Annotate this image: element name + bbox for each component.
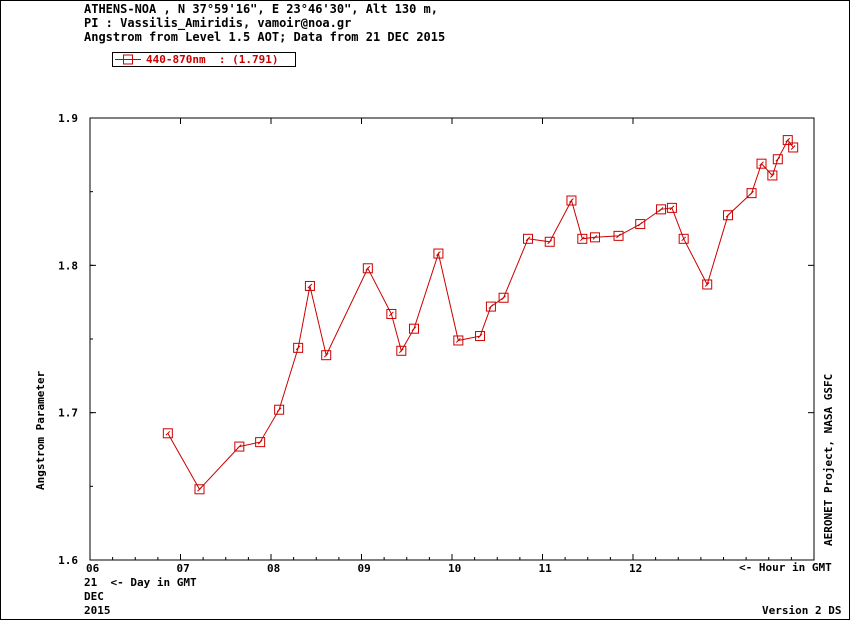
data-point	[304, 280, 315, 291]
x-tick-label: 07	[177, 562, 190, 575]
x-tick-labels: 06 07 08 09 10 11 12	[86, 562, 642, 575]
month-label: DEC	[84, 590, 104, 603]
x-tick-label: 08	[267, 562, 280, 575]
data-point	[274, 404, 285, 415]
data-markers	[162, 135, 799, 495]
angstrom-chart: 1.6 1.7 1.8 1.9 06 07 08 09 10 11 12	[58, 112, 815, 575]
x-tick-label: 09	[358, 562, 371, 575]
hour-axis-label: <- Hour in GMT	[739, 561, 832, 574]
data-point	[255, 437, 266, 448]
day-axis-label: 21 <- Day in GMT	[84, 576, 197, 589]
data-point	[386, 308, 397, 319]
year-label: 2015	[84, 604, 111, 617]
data-point	[678, 233, 689, 244]
data-point	[453, 335, 464, 346]
series-line	[167, 139, 794, 491]
x-tick-label: 11	[539, 562, 553, 575]
data-point	[362, 263, 373, 274]
data-point	[475, 331, 486, 342]
data-point	[293, 342, 304, 353]
data-point	[162, 428, 173, 439]
y-tick-label: 1.8	[58, 259, 78, 272]
data-point	[566, 195, 577, 206]
y-tick-labels: 1.6 1.7 1.8 1.9	[58, 112, 78, 567]
y-tick-label: 1.9	[58, 112, 78, 125]
y-tick-label: 1.7	[58, 407, 78, 420]
data-point	[396, 345, 407, 356]
x-tick-label: 06	[86, 562, 100, 575]
x-tick-label: 12	[629, 562, 642, 575]
data-point	[702, 279, 713, 290]
data-point	[498, 292, 509, 303]
version-label: Version 2 DS	[762, 604, 842, 617]
data-point	[485, 301, 496, 312]
data-point	[635, 219, 646, 230]
data-point	[321, 350, 332, 361]
x-tick-label: 10	[448, 562, 461, 575]
data-point	[772, 154, 783, 165]
data-point	[433, 248, 444, 259]
data-point	[408, 323, 419, 334]
y-tick-label: 1.6	[58, 554, 78, 567]
